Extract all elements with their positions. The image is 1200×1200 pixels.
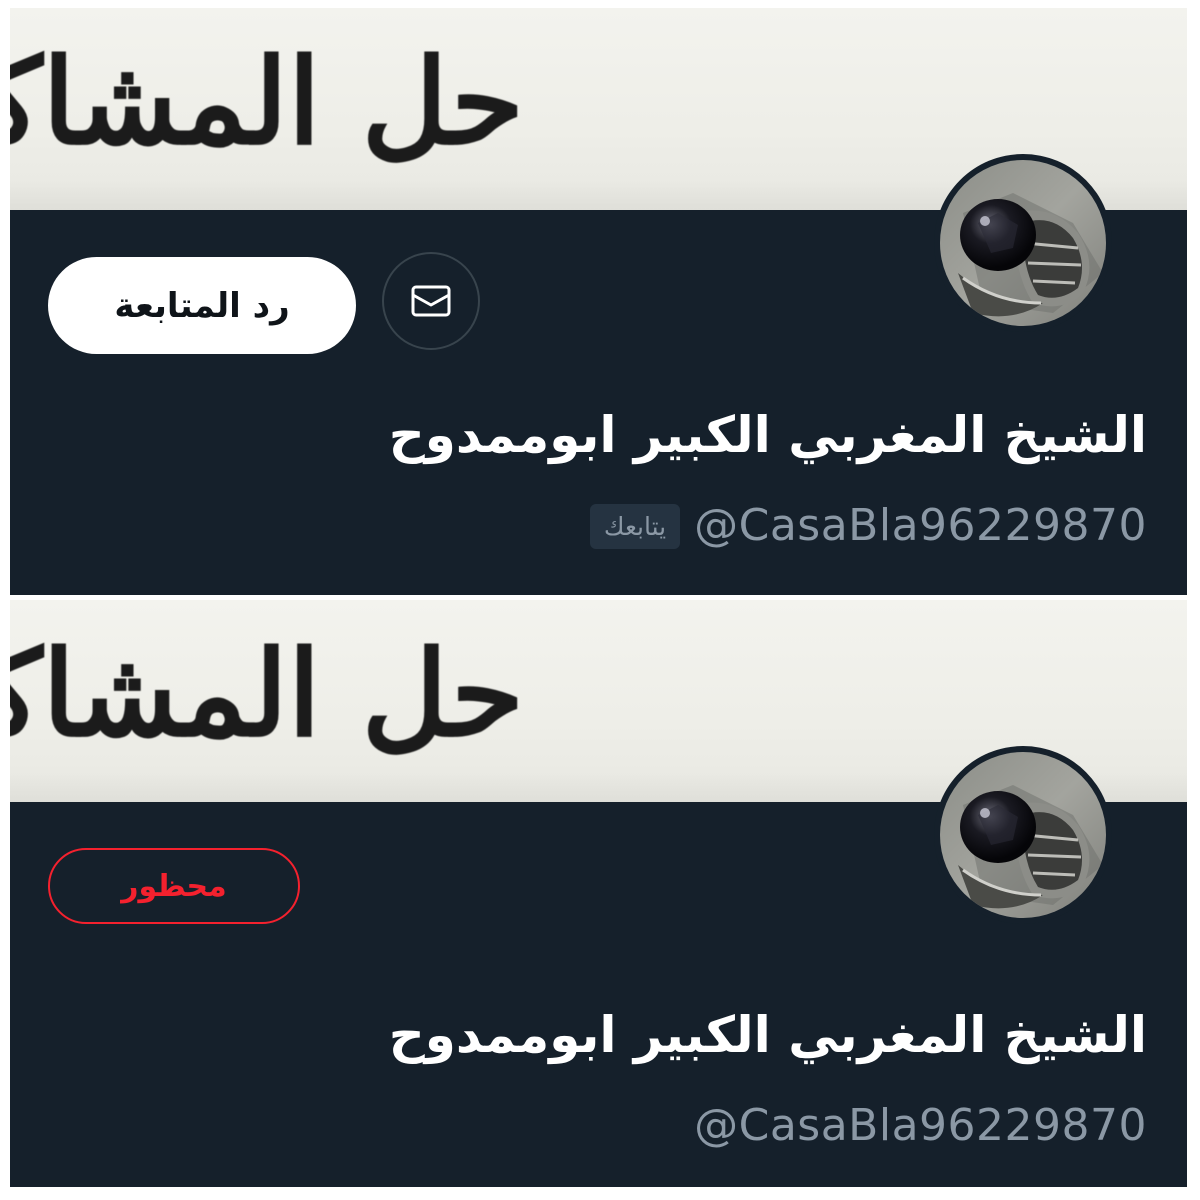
- banner-text: حل المشاكل الزوجيه: [10, 32, 524, 171]
- profile-header-blocked: حل المشاكل الزوجيه: [10, 600, 1187, 1187]
- avatar[interactable]: [903, 153, 1143, 333]
- display-name: الشيخ المغربي الكبير ابوممدوح: [388, 1006, 1147, 1064]
- username-handle: @CasaBla96229870: [694, 1100, 1147, 1151]
- message-button[interactable]: [382, 252, 480, 350]
- avatar[interactable]: [903, 745, 1143, 925]
- handle-row: يتابعك @CasaBla96229870: [589, 498, 1147, 554]
- ring-avatar-image: [934, 746, 1112, 924]
- follows-you-badge: يتابعك: [589, 503, 681, 549]
- follow-back-button[interactable]: رد المتابعة: [48, 257, 356, 354]
- blocked-button[interactable]: محظور: [48, 848, 300, 924]
- display-name: الشيخ المغربي الكبير ابوممدوح: [388, 406, 1147, 464]
- mail-icon: [411, 285, 451, 317]
- username-handle: @CasaBla96229870: [694, 500, 1147, 551]
- ring-avatar-image: [934, 154, 1112, 332]
- handle-row: @CasaBla96229870: [694, 1098, 1147, 1154]
- banner-text: حل المشاكل الزوجيه: [10, 624, 524, 763]
- profile-header-following: حل المشاكل الزوجيه: [10, 8, 1187, 595]
